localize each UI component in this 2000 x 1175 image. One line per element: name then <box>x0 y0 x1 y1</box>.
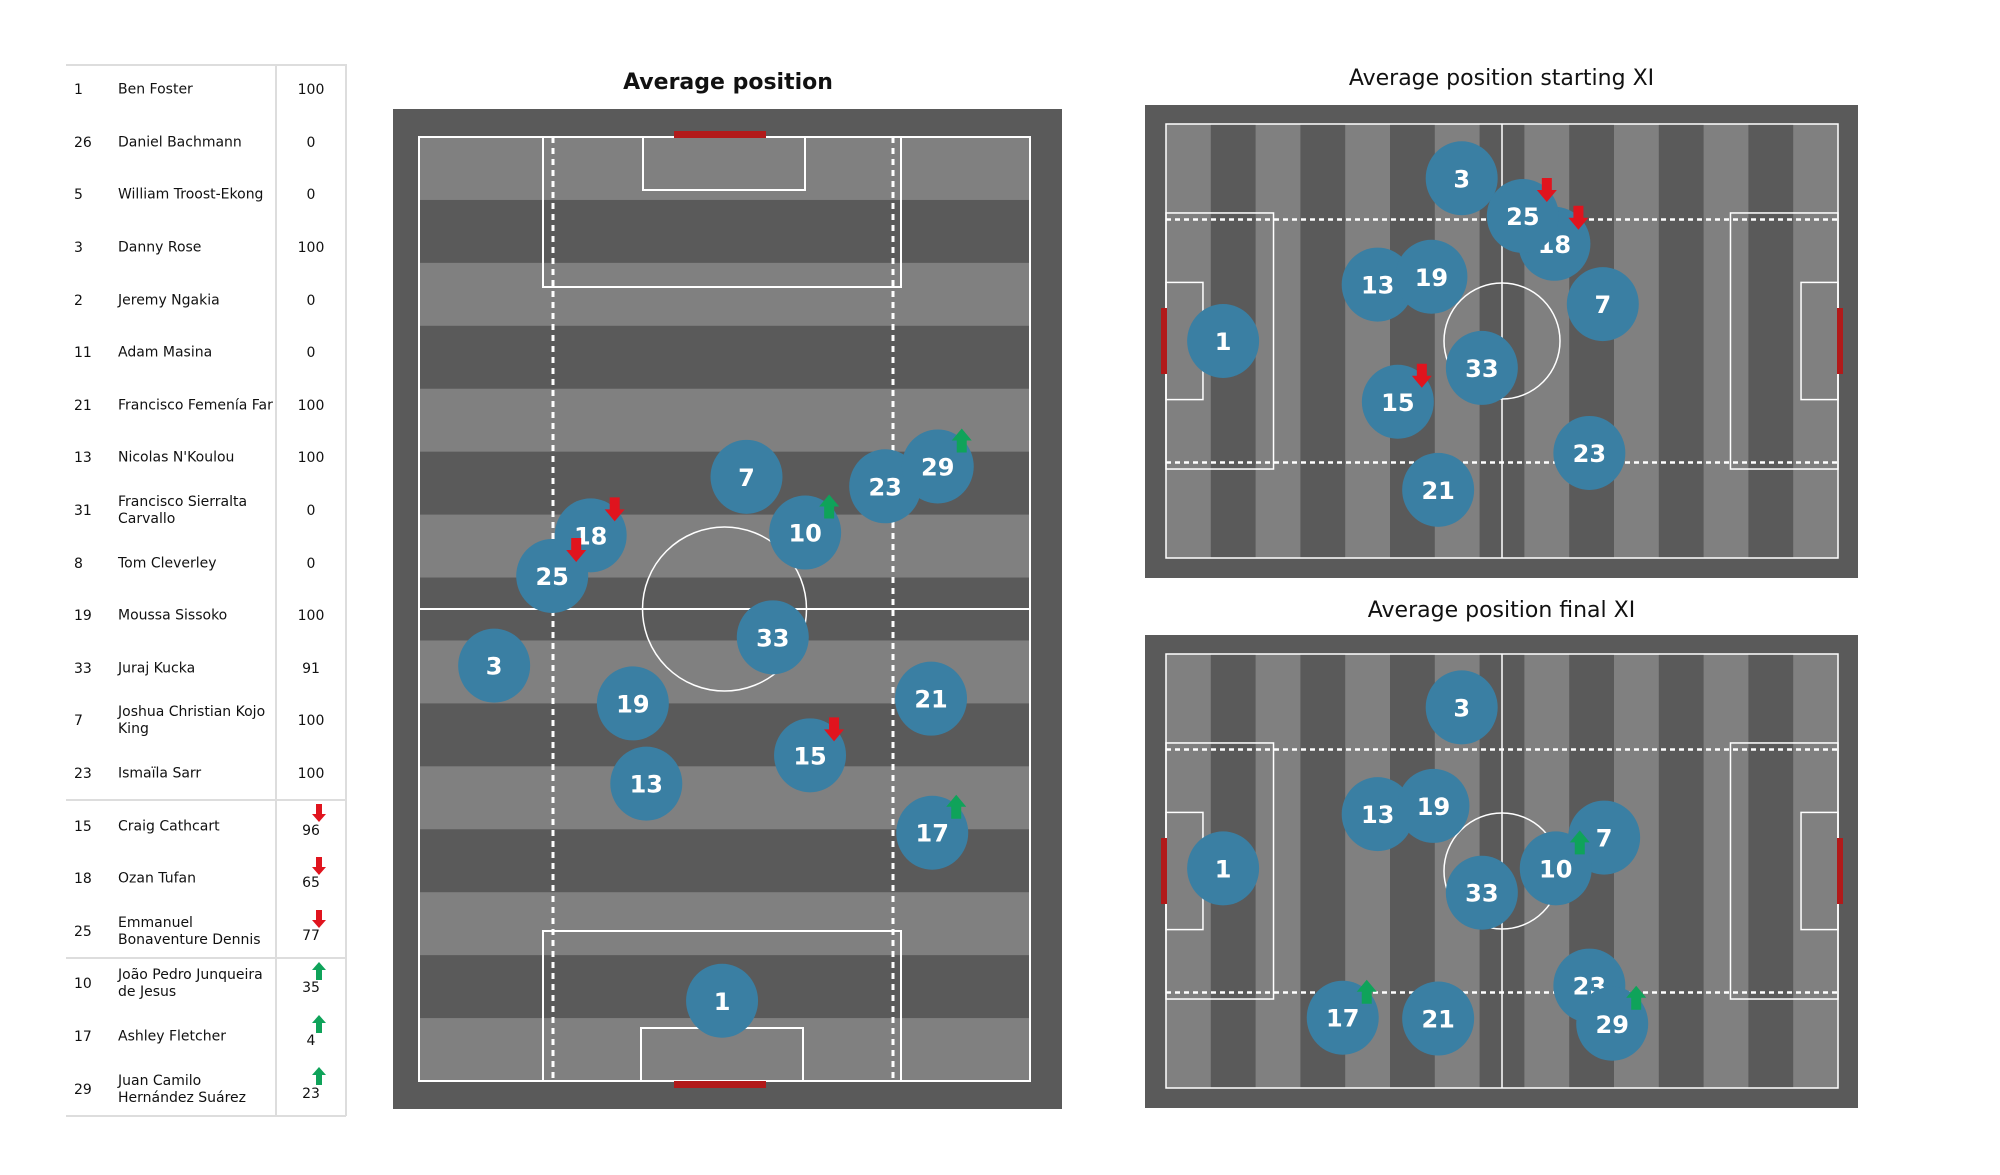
player-marker-label: 21 <box>914 686 947 714</box>
player-marker: 19 <box>1397 768 1470 843</box>
player-marker-label: 13 <box>1361 272 1394 300</box>
player-marker-label: 13 <box>1361 801 1394 829</box>
pitch-stripe <box>1703 124 1749 558</box>
player-marker: 21 <box>1402 452 1475 527</box>
player-marker-label: 29 <box>921 453 954 481</box>
player-marker-label: 21 <box>1421 477 1454 505</box>
player-marker: 1 <box>1187 831 1260 906</box>
player-marker-label: 15 <box>1381 389 1414 417</box>
player-marker-label: 15 <box>793 742 826 770</box>
pitch-average-position: 137101315171819 2123252933137131518192123… <box>393 105 1858 1109</box>
pitch-stripe <box>1300 124 1346 558</box>
player-marker-label: 33 <box>1465 880 1498 908</box>
player-marker: 3 <box>1425 670 1498 745</box>
goal-bottom <box>674 1081 766 1088</box>
pitch-starting-xi: 1371315181921232533 <box>1145 105 1858 578</box>
player-marker-label: 7 <box>738 464 755 492</box>
player-marker-label: 1 <box>1215 328 1232 356</box>
player-marker: 13 <box>610 746 683 821</box>
pitch-stripe <box>419 892 1030 956</box>
player-marker: 33 <box>736 600 809 675</box>
pitch-stripe <box>1614 124 1660 558</box>
player-marker: 3 <box>1425 141 1498 216</box>
player-marker-label: 33 <box>756 624 789 652</box>
goal-right <box>1837 308 1843 374</box>
pitch-stripe <box>1793 654 1839 1088</box>
pitch-stripe <box>1255 124 1301 558</box>
player-marker: 1 <box>686 963 759 1038</box>
player-marker-label: 10 <box>788 520 821 548</box>
pitch-stripe <box>419 199 1030 264</box>
player-marker-label: 29 <box>1596 1011 1629 1039</box>
player-marker-label: 17 <box>916 820 949 848</box>
player-marker-label: 3 <box>486 653 503 681</box>
player-marker-label: 3 <box>1453 165 1470 193</box>
player-marker-label: 1 <box>714 988 731 1016</box>
player-marker: 3 <box>458 628 531 703</box>
pitch-final-xi: 1371013171921232933 <box>1145 635 1858 1108</box>
player-marker-label: 21 <box>1421 1006 1454 1034</box>
player-marker-label: 19 <box>616 690 649 718</box>
player-marker-label: 23 <box>868 473 901 501</box>
player-marker-label: 19 <box>1417 793 1450 821</box>
player-marker: 1 <box>1187 304 1260 378</box>
goal-top <box>674 131 766 138</box>
player-marker: 19 <box>1395 239 1468 314</box>
player-marker-label: 23 <box>1573 440 1606 468</box>
player-marker-label: 1 <box>1215 855 1232 883</box>
player-marker: 21 <box>1402 981 1475 1056</box>
goal-left <box>1161 838 1167 904</box>
player-marker: 7 <box>1566 267 1639 342</box>
player-marker-label: 19 <box>1415 264 1448 292</box>
goal-left <box>1161 308 1167 374</box>
pitch-stripe <box>419 514 1030 579</box>
player-marker-label: 10 <box>1539 855 1572 883</box>
pitch-stripe <box>1703 654 1749 1088</box>
pitch-stripe <box>1569 124 1615 558</box>
player-marker-label: 33 <box>1465 355 1498 383</box>
goal-right <box>1837 838 1843 904</box>
pitch-stripe <box>1255 654 1301 1088</box>
player-marker: 19 <box>596 666 669 741</box>
pitch-stripe <box>419 262 1030 327</box>
player-marker-label: 25 <box>1506 203 1539 231</box>
pitch-stripe <box>1748 124 1794 558</box>
pitch-vertical: 137101315171819 2123252933 <box>393 109 1062 1109</box>
pitch-stripe <box>1748 654 1794 1088</box>
player-marker: 7 <box>710 439 783 514</box>
player-marker-label: 25 <box>535 563 568 591</box>
player-marker-label: 17 <box>1326 1005 1359 1033</box>
player-marker: 23 <box>1553 415 1626 490</box>
pitch-stripe <box>1345 124 1391 558</box>
player-marker: 33 <box>1445 855 1518 930</box>
player-marker: 21 <box>895 661 968 736</box>
player-marker-label: 3 <box>1453 694 1470 722</box>
pitch-stripe <box>1793 124 1839 558</box>
pitch-stripe <box>1658 654 1705 1088</box>
pitch-stripe <box>419 325 1030 390</box>
player-marker-label: 7 <box>1596 825 1613 853</box>
pitch-stripe <box>1658 124 1705 558</box>
player-marker: 33 <box>1445 330 1518 405</box>
player-marker-label: 13 <box>630 771 663 799</box>
player-marker-label: 7 <box>1594 291 1611 319</box>
